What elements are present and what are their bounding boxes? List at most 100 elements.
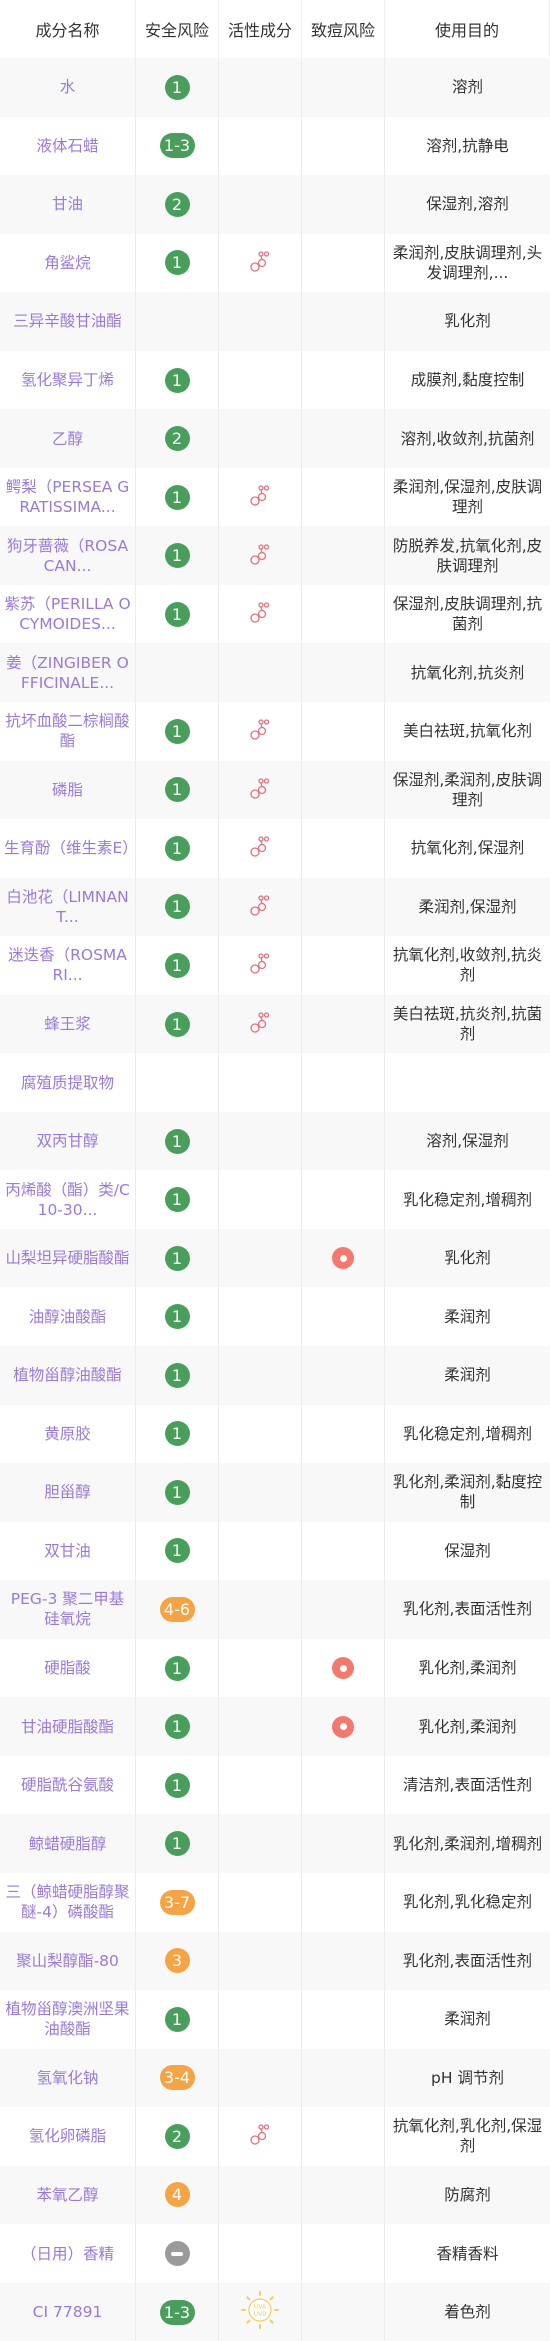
table-row[interactable]: 甘油 2 保湿剂,溶剂 <box>0 175 550 234</box>
table-row[interactable]: 胆甾醇 1 乳化剂,柔润剂,黏度控制 <box>0 1463 550 1522</box>
table-row[interactable]: 乙醇 2 溶剂,收敛剂,抗菌剂 <box>0 409 550 468</box>
table-row[interactable]: 鲸蜡硬脂醇 1 乳化剂,柔润剂,增稠剂 <box>0 1814 550 1873</box>
ingredient-table: 成分名称 安全风险 活性成分 致痘风险 使用目的 水 1 溶剂 液体石蜡 1-3 … <box>0 0 550 2341</box>
ingredient-name[interactable]: 硬脂酸 <box>44 1658 91 1678</box>
table-row[interactable]: 植物甾醇油酸酯 1 柔润剂 <box>0 1346 550 1405</box>
ingredient-name[interactable]: 氢氧化钠 <box>36 2068 98 2088</box>
ingredient-name[interactable]: 三异辛酸甘油酯 <box>13 311 122 331</box>
table-row[interactable]: 氢氧化钠 3-4 pH 调节剂 <box>0 2048 550 2108</box>
ingredient-name[interactable]: 鳄梨（PERSEA GRATISSIMA... <box>4 477 131 517</box>
table-row[interactable]: 氢化聚异丁烯 1 成膜剂,黏度控制 <box>0 350 550 410</box>
table-row[interactable]: 抗坏血酸二棕榈酸酯 1 美白祛斑,抗氧化剂 <box>0 702 550 761</box>
table-row[interactable]: 双丙甘醇 1 溶剂,保湿剂 <box>0 1111 550 1171</box>
ingredient-name[interactable]: 植物甾醇油酸酯 <box>13 1365 122 1385</box>
ingredient-name[interactable]: 胆甾醇 <box>44 1482 91 1502</box>
safety-badge: 2 <box>164 191 190 217</box>
molecule-icon <box>249 717 271 745</box>
active-cell <box>219 2224 302 2283</box>
table-row[interactable]: 腐殖质提取物 <box>0 1053 550 1112</box>
ingredient-name[interactable]: 山梨坦异硬脂酸酯 <box>5 1248 129 1268</box>
table-row[interactable]: 甘油硬脂酸酯 1 乳化剂,柔润剂 <box>0 1697 550 1756</box>
ingredient-name[interactable]: 蜂王浆 <box>44 1014 91 1034</box>
table-row[interactable]: 紫苏（PERILLA OCYMOIDES... 1 保湿剂,皮肤调理剂,抗菌剂 <box>0 584 550 644</box>
ingredient-name[interactable]: 硬脂酰谷氨酸 <box>21 1775 114 1795</box>
ingredient-name[interactable]: 鲸蜡硬脂醇 <box>29 1834 107 1854</box>
ingredient-name[interactable]: CI 77891 <box>33 2302 103 2322</box>
ingredient-name[interactable]: 腐殖质提取物 <box>21 1073 114 1093</box>
ingredient-name[interactable]: 角鲨烷 <box>44 253 91 273</box>
ingredient-name[interactable]: 紫苏（PERILLA OCYMOIDES... <box>4 594 131 634</box>
acne-cell <box>302 1404 385 1464</box>
table-row[interactable]: 黄原胶 1 乳化稳定剂,增稠剂 <box>0 1404 550 1464</box>
ingredient-name[interactable]: 植物甾醇澳洲坚果油酸酯 <box>4 1999 131 2039</box>
table-row[interactable]: 聚山梨醇酯-80 3 乳化剂,表面活性剂 <box>0 1931 550 1991</box>
ingredient-name[interactable]: 甘油硬脂酸酯 <box>21 1717 114 1737</box>
table-row[interactable]: 液体石蜡 1-3 溶剂,抗静电 <box>0 116 550 176</box>
ingredient-name[interactable]: 三（鲸蜡硬脂醇聚醚-4）磷酸酯 <box>4 1882 131 1922</box>
ingredient-name[interactable]: 氢化聚异丁烯 <box>21 370 114 390</box>
table-row[interactable]: 三（鲸蜡硬脂醇聚醚-4）磷酸酯 3-7 乳化剂,乳化稳定剂 <box>0 1872 550 1932</box>
safety-badge: 1 <box>164 1655 190 1681</box>
active-cell <box>219 1521 302 1581</box>
ingredient-name[interactable]: 液体石蜡 <box>36 136 98 156</box>
safety-cell: 1 <box>136 1638 219 1698</box>
uvb-label: UVB <box>254 2311 267 2318</box>
safety-cell: 3-7 <box>136 1872 219 1932</box>
ingredient-name[interactable]: 聚山梨醇酯-80 <box>16 1951 119 1971</box>
ingredient-name[interactable]: PEG-3 聚二甲基硅氧烷 <box>4 1589 131 1629</box>
ingredient-name[interactable]: 氢化卵磷脂 <box>29 2126 107 2146</box>
table-row[interactable]: 狗牙蔷薇（ROSA CAN... 1 防脱养发,抗氧化剂,皮肤调理剂 <box>0 526 550 585</box>
table-row[interactable]: 油醇油酸酯 1 柔润剂 <box>0 1287 550 1347</box>
ingredient-name[interactable]: 磷脂 <box>52 780 83 800</box>
ingredient-name[interactable]: 苯氧乙醇 <box>36 2185 98 2205</box>
table-row[interactable]: 迷迭香（ROSMARI... 1 抗氧化剂,收敛剂,抗炎剂 <box>0 936 550 995</box>
ingredient-name[interactable]: 甘油 <box>52 194 83 214</box>
ingredient-name[interactable]: 水 <box>60 77 76 97</box>
ingredient-name[interactable]: 乙醇 <box>52 429 83 449</box>
active-cell <box>219 175 302 234</box>
safety-cell: 1 <box>136 1346 219 1405</box>
table-row[interactable]: 生育酚（维生素E） 1 抗氧化剂,保湿剂 <box>0 819 550 878</box>
purpose-text: 溶剂,保湿剂 <box>426 1132 509 1151</box>
table-row[interactable]: 水 1 溶剂 <box>0 58 550 117</box>
purpose-text: 抗氧化剂,收敛剂,抗炎剂 <box>392 946 543 985</box>
table-row[interactable]: 氢化卵磷脂 2 抗氧化剂,乳化剂,保湿剂 <box>0 2107 550 2166</box>
table-row[interactable]: 丙烯酸（酯）类/C10-30... 1 乳化稳定剂,增稠剂 <box>0 1170 550 1229</box>
table-row[interactable]: 鳄梨（PERSEA GRATISSIMA... 1 柔润剂,保湿剂,皮肤调理剂 <box>0 467 550 527</box>
safety-badge: 1 <box>164 1714 190 1740</box>
table-row[interactable]: 植物甾醇澳洲坚果油酸酯 1 柔润剂 <box>0 1990 550 2049</box>
table-row[interactable]: 苯氧乙醇 4 防腐剂 <box>0 2165 550 2225</box>
table-row[interactable]: 角鲨烷 1 柔润剂,皮肤调理剂,头发调理剂,... <box>0 233 550 293</box>
table-row[interactable]: CI 77891 1-3 UVA UVB 着色剂 <box>0 2282 550 2341</box>
ingredient-name[interactable]: 姜（ZINGIBER OFFICINALE... <box>4 653 131 693</box>
ingredient-name[interactable]: （日用）香精 <box>21 2244 114 2264</box>
table-row[interactable]: 磷脂 1 保湿剂,柔润剂,皮肤调理剂 <box>0 760 550 820</box>
ingredient-name[interactable]: 双丙甘醇 <box>36 1131 98 1151</box>
table-row[interactable]: 硬脂酸 1 乳化剂,柔润剂 <box>0 1638 550 1698</box>
ingredient-name[interactable]: 丙烯酸（酯）类/C10-30... <box>4 1180 131 1220</box>
ingredient-name[interactable]: 狗牙蔷薇（ROSA CAN... <box>4 536 131 576</box>
ingredient-name[interactable]: 双甘油 <box>44 1541 91 1561</box>
table-row[interactable]: （日用）香精 香精香料 <box>0 2224 550 2283</box>
acne-cell <box>302 1931 385 1991</box>
ingredient-name[interactable]: 迷迭香（ROSMARI... <box>4 945 131 985</box>
table-row[interactable]: PEG-3 聚二甲基硅氧烷 4-6 乳化剂,表面活性剂 <box>0 1580 550 1639</box>
table-row[interactable]: 山梨坦异硬脂酸酯 1 乳化剂 <box>0 1228 550 1288</box>
purpose-text: 乳化剂,表面活性剂 <box>403 1951 532 1970</box>
ingredient-name[interactable]: 黄原胶 <box>44 1424 91 1444</box>
table-row[interactable]: 姜（ZINGIBER OFFICINALE... 抗氧化剂,抗炎剂 <box>0 643 550 703</box>
table-row[interactable]: 三异辛酸甘油酯 乳化剂 <box>0 292 550 351</box>
table-row[interactable]: 白池花（LIMNANT... 1 柔润剂,保湿剂 <box>0 877 550 937</box>
purpose-text: 乳化剂 <box>444 1249 491 1268</box>
safety-cell: 1 <box>136 702 219 761</box>
purpose-text: 乳化剂,表面活性剂 <box>403 1600 532 1619</box>
safety-cell: 1 <box>136 233 219 293</box>
acne-cell <box>302 526 385 585</box>
table-row[interactable]: 双甘油 1 保湿剂 <box>0 1521 550 1581</box>
ingredient-name[interactable]: 抗坏血酸二棕榈酸酯 <box>4 711 131 751</box>
table-row[interactable]: 硬脂酰谷氨酸 1 清洁剂,表面活性剂 <box>0 1755 550 1815</box>
table-row[interactable]: 蜂王浆 1 美白祛斑,抗炎剂,抗菌剂 <box>0 994 550 1054</box>
ingredient-name[interactable]: 油醇油酸酯 <box>29 1307 107 1327</box>
ingredient-name[interactable]: 白池花（LIMNANT... <box>4 887 131 927</box>
ingredient-name[interactable]: 生育酚（维生素E） <box>4 838 135 858</box>
